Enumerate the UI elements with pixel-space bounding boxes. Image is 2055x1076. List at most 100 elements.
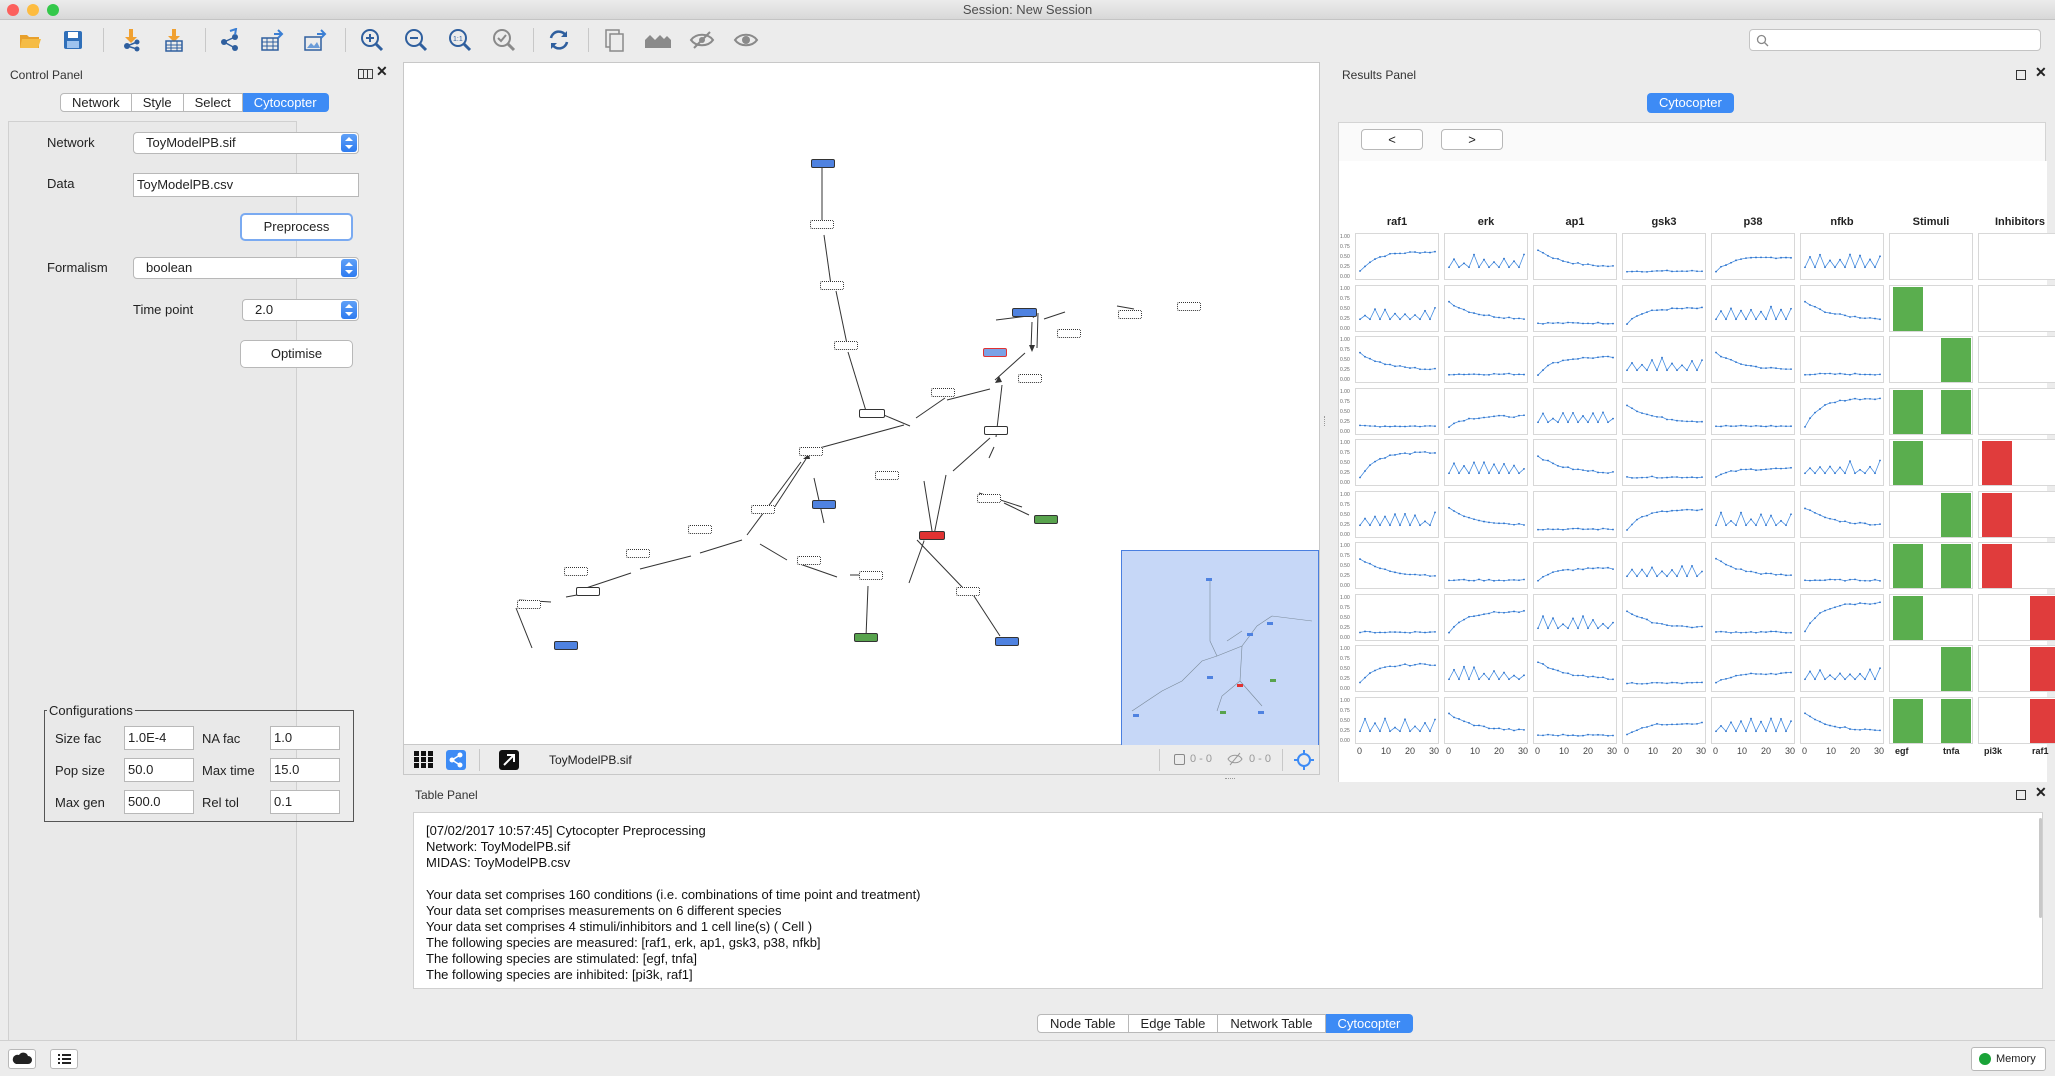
console-scrollbar[interactable] bbox=[2039, 818, 2042, 918]
tab-node-table[interactable]: Node Table bbox=[1037, 1014, 1129, 1033]
time-course-point bbox=[1671, 476, 1673, 478]
network-node[interactable] bbox=[1034, 515, 1058, 524]
network-node[interactable] bbox=[751, 505, 775, 514]
pop-size-field[interactable]: 50.0 bbox=[124, 758, 194, 782]
tab-cytocopter[interactable]: Cytocopter bbox=[242, 93, 329, 112]
network-node[interactable] bbox=[995, 637, 1019, 646]
network-node[interactable] bbox=[1177, 302, 1201, 311]
tab-edge-table[interactable]: Edge Table bbox=[1128, 1014, 1219, 1033]
time-course-point bbox=[1468, 516, 1470, 519]
memory-button[interactable]: Memory bbox=[1971, 1047, 2046, 1071]
network-node[interactable] bbox=[812, 500, 836, 509]
tab-network-table[interactable]: Network Table bbox=[1218, 1014, 1326, 1033]
max-time-field[interactable]: 15.0 bbox=[270, 758, 340, 782]
zoom-out-icon[interactable] bbox=[401, 26, 431, 54]
optimise-button[interactable]: Optimise bbox=[240, 340, 353, 368]
network-node[interactable] bbox=[931, 388, 955, 397]
open-session-icon[interactable] bbox=[15, 26, 45, 54]
rel-tol-field[interactable]: 0.1 bbox=[270, 790, 340, 814]
preprocess-button[interactable]: Preprocess bbox=[240, 213, 353, 241]
close-window-icon[interactable] bbox=[7, 4, 19, 16]
tab-cytocopter-results[interactable]: Cytocopter bbox=[1647, 93, 1734, 113]
previous-result-button[interactable]: < bbox=[1361, 129, 1423, 150]
network-node[interactable] bbox=[576, 587, 600, 596]
import-table-icon[interactable] bbox=[159, 26, 189, 54]
grid-view-icon[interactable] bbox=[414, 751, 434, 772]
close-panel-icon[interactable]: ✕ bbox=[2035, 784, 2047, 801]
network-node[interactable] bbox=[688, 525, 712, 534]
float-panel-icon[interactable] bbox=[2016, 790, 2026, 800]
hide-selected-icon[interactable] bbox=[687, 26, 717, 54]
network-canvas[interactable] bbox=[403, 62, 1320, 746]
maximize-window-icon[interactable] bbox=[47, 4, 59, 16]
zoom-selected-icon[interactable] bbox=[489, 26, 519, 54]
network-node[interactable] bbox=[554, 641, 578, 650]
network-node[interactable] bbox=[564, 567, 588, 576]
network-share-icon[interactable] bbox=[446, 750, 466, 770]
zoom-in-icon[interactable] bbox=[357, 26, 387, 54]
time-course-point bbox=[1804, 472, 1806, 475]
na-fac-field[interactable]: 1.0 bbox=[270, 726, 340, 750]
first-neighbors-icon[interactable] bbox=[643, 26, 673, 54]
new-network-from-selection-icon[interactable] bbox=[599, 26, 629, 54]
refresh-icon[interactable] bbox=[544, 26, 574, 54]
network-node[interactable] bbox=[834, 341, 858, 350]
share-network-icon[interactable] bbox=[215, 26, 245, 54]
network-node[interactable] bbox=[799, 447, 823, 456]
network-node[interactable] bbox=[859, 409, 885, 418]
pan-navigate-icon[interactable] bbox=[1293, 749, 1315, 774]
network-node[interactable] bbox=[875, 471, 899, 480]
network-node[interactable] bbox=[1118, 310, 1142, 319]
time-course-point bbox=[1760, 720, 1762, 723]
next-result-button[interactable]: > bbox=[1441, 129, 1503, 150]
cytocopter-console[interactable]: [07/02/2017 10:57:45] Cytocopter Preproc… bbox=[413, 812, 2043, 989]
network-node[interactable] bbox=[859, 571, 883, 580]
network-node[interactable] bbox=[820, 281, 844, 290]
network-node[interactable] bbox=[854, 633, 878, 642]
network-node[interactable] bbox=[626, 549, 650, 558]
network-node[interactable] bbox=[1018, 374, 1042, 383]
tab-cytocopter-table[interactable]: Cytocopter bbox=[1325, 1014, 1414, 1033]
time-point-select[interactable]: 2.0 bbox=[242, 299, 359, 321]
cloud-icon[interactable] bbox=[8, 1049, 36, 1069]
minimize-window-icon[interactable] bbox=[27, 4, 39, 16]
time-course-point bbox=[1819, 611, 1821, 614]
network-node[interactable] bbox=[984, 426, 1008, 435]
save-session-icon[interactable] bbox=[58, 26, 88, 54]
max-gen-field[interactable]: 500.0 bbox=[124, 790, 194, 814]
export-image-icon[interactable] bbox=[300, 26, 330, 54]
data-label: Data bbox=[47, 176, 75, 191]
network-node[interactable] bbox=[977, 494, 1001, 503]
network-node[interactable] bbox=[797, 556, 821, 565]
data-file-field[interactable]: ToyModelPB.csv bbox=[133, 173, 359, 197]
configurations-group: Configurations Size fac 1.0E-4 NA fac 1.… bbox=[44, 703, 354, 822]
close-panel-icon[interactable]: ✕ bbox=[376, 63, 388, 80]
network-node[interactable] bbox=[1057, 329, 1081, 338]
tab-style[interactable]: Style bbox=[131, 93, 184, 112]
network-node[interactable] bbox=[919, 531, 945, 540]
zoom-fit-icon[interactable]: 1:1 bbox=[445, 26, 475, 54]
import-network-icon[interactable] bbox=[116, 26, 146, 54]
tab-network[interactable]: Network bbox=[60, 93, 132, 112]
export-table-icon[interactable] bbox=[257, 26, 287, 54]
network-node[interactable] bbox=[983, 348, 1007, 357]
search-input[interactable] bbox=[1749, 29, 2041, 51]
size-fac-field[interactable]: 1.0E-4 bbox=[124, 726, 194, 750]
network-node[interactable] bbox=[811, 159, 835, 168]
show-all-icon[interactable] bbox=[731, 26, 761, 54]
formalism-select[interactable]: boolean bbox=[133, 257, 359, 279]
network-node[interactable] bbox=[1012, 308, 1037, 317]
network-node[interactable] bbox=[956, 587, 980, 596]
time-course-point bbox=[1463, 618, 1465, 621]
time-course-point bbox=[1557, 734, 1559, 737]
float-panel-icon[interactable] bbox=[363, 69, 373, 79]
detach-view-icon[interactable] bbox=[499, 750, 519, 770]
network-select[interactable]: ToyModelPB.sif bbox=[133, 132, 359, 154]
network-overview[interactable] bbox=[1121, 550, 1319, 746]
float-panel-icon[interactable] bbox=[2016, 70, 2026, 80]
task-list-icon[interactable] bbox=[50, 1049, 78, 1069]
network-node[interactable] bbox=[517, 600, 541, 609]
close-panel-icon[interactable]: ✕ bbox=[2035, 64, 2047, 81]
network-node[interactable] bbox=[810, 220, 834, 229]
tab-select[interactable]: Select bbox=[183, 93, 243, 112]
